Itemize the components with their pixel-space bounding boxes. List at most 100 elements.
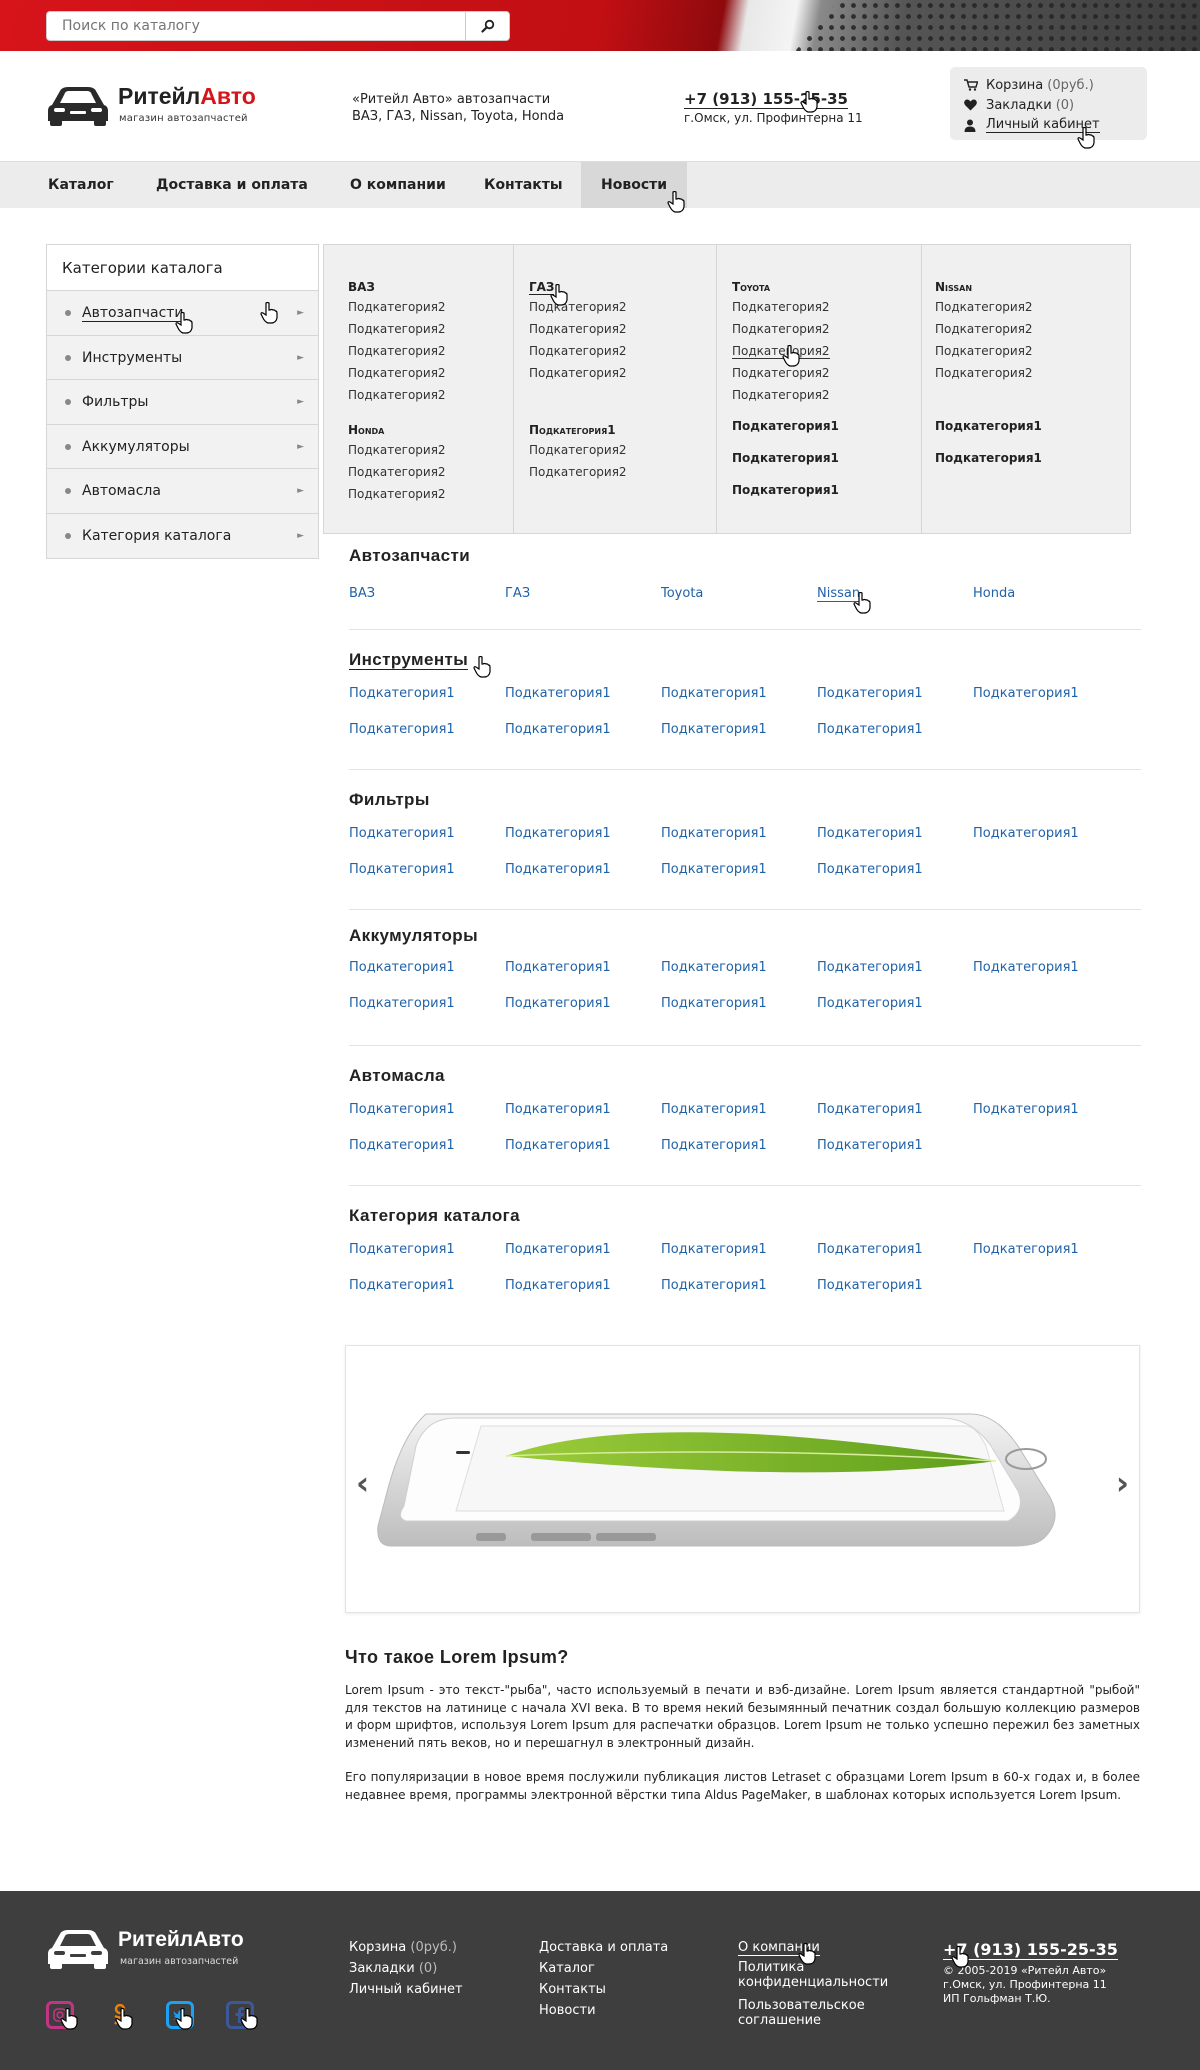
dropdown-link[interactable]: Подкатегория2 xyxy=(935,340,1129,362)
section-link[interactable]: Подкатегория1 xyxy=(661,1092,817,1128)
section-title[interactable]: Автомасла xyxy=(349,1066,1141,1086)
dropdown-link[interactable]: Подкатегория2 xyxy=(529,340,713,362)
logo[interactable]: РитейлАвто магазин автозапчастей xyxy=(46,81,276,131)
nav-delivery[interactable]: Доставка и оплата xyxy=(136,162,328,208)
footer-account-link[interactable]: Личный кабинет xyxy=(349,1979,463,2000)
section-link[interactable]: ВАЗ xyxy=(349,576,505,612)
section-title[interactable]: Аккумуляторы xyxy=(349,926,1141,946)
section-link[interactable]: Honda xyxy=(973,576,1129,612)
sidebar-item-oils[interactable]: Автомасла ► xyxy=(47,469,318,514)
dropdown-link[interactable]: Подкатегория2 xyxy=(348,461,518,483)
section-link[interactable]: Подкатегория1 xyxy=(505,676,661,712)
section-link[interactable]: Подкатегория1 xyxy=(817,950,973,986)
facebook-link[interactable] xyxy=(226,2001,254,2029)
footer-link-news[interactable]: Новости xyxy=(539,2000,668,2021)
footer-link-terms[interactable]: Пользовательское соглашение xyxy=(738,1998,898,2028)
dropdown-link[interactable]: Подкатегория2 xyxy=(732,362,921,384)
dropdown-link[interactable]: Подкатегория2 xyxy=(348,318,518,340)
footer-cart-link[interactable]: Корзина (0руб.) xyxy=(349,1937,463,1958)
section-link[interactable]: Подкатегория1 xyxy=(505,1232,661,1268)
section-title[interactable]: Фильтры xyxy=(349,790,1141,810)
dropdown-link[interactable]: Подкатегория2 xyxy=(348,296,518,318)
dropdown-link[interactable]: Подкатегория2 xyxy=(732,296,921,318)
dropdown-sub-link[interactable]: Подкатегория1 xyxy=(732,442,921,474)
section-link[interactable]: Подкатегория1 xyxy=(817,1128,973,1164)
section-link[interactable]: Подкатегория1 xyxy=(505,1268,661,1304)
section-link[interactable]: Подкатегория1 xyxy=(349,986,505,1022)
twitter-link[interactable] xyxy=(166,2001,194,2029)
section-link[interactable]: Подкатегория1 xyxy=(349,1268,505,1304)
dropdown-link[interactable]: Подкатегория2 xyxy=(529,296,713,318)
section-link[interactable]: Подкатегория1 xyxy=(505,1128,661,1164)
section-link[interactable]: Подкатегория1 xyxy=(817,712,973,748)
section-link[interactable]: Подкатегория1 xyxy=(349,1128,505,1164)
section-link[interactable]: Подкатегория1 xyxy=(973,1232,1129,1268)
section-link[interactable]: Подкатегория1 xyxy=(817,816,973,852)
section-link[interactable]: Подкатегория1 xyxy=(505,986,661,1022)
slider-next-button[interactable]: › xyxy=(1116,1464,1129,1502)
footer-phone-link[interactable]: +7 (913) 155-25-35 xyxy=(943,1941,1118,1960)
section-link[interactable]: Подкатегория1 xyxy=(661,950,817,986)
account-link[interactable]: Личный кабинет xyxy=(964,115,1133,135)
dropdown-sub-link[interactable]: Подкатегория1 xyxy=(935,442,1129,474)
section-link[interactable]: Подкатегория1 xyxy=(661,852,817,888)
section-link[interactable]: Подкатегория1 xyxy=(817,1268,973,1304)
dropdown-link[interactable]: Подкатегория2 xyxy=(529,318,713,340)
dropdown-sub-link[interactable]: Подкатегория1 xyxy=(732,474,921,506)
dropdown-group-title[interactable]: Toyota xyxy=(732,279,921,296)
footer-link-catalog[interactable]: Каталог xyxy=(539,1958,668,1979)
section-link[interactable]: Nissan xyxy=(817,576,973,612)
section-link[interactable]: Подкатегория1 xyxy=(661,986,817,1022)
dropdown-link[interactable]: Подкатегория2 xyxy=(935,362,1129,384)
section-link[interactable]: Подкатегория1 xyxy=(817,1232,973,1268)
sidebar-item-autoparts[interactable]: Автозапчасти ► xyxy=(47,291,318,336)
section-link[interactable]: Подкатегория1 xyxy=(505,1092,661,1128)
dropdown-link[interactable]: Подкатегория2 xyxy=(348,483,518,505)
nav-news[interactable]: Новости xyxy=(581,162,688,208)
section-link[interactable]: Подкатегория1 xyxy=(349,1092,505,1128)
instagram-link[interactable] xyxy=(46,2001,74,2029)
sidebar-item-batteries[interactable]: Аккумуляторы ► xyxy=(47,424,318,469)
section-link[interactable]: Подкатегория1 xyxy=(973,950,1129,986)
nav-about[interactable]: О компании xyxy=(330,162,466,208)
section-link[interactable]: Подкатегория1 xyxy=(505,712,661,748)
dropdown-link[interactable]: Подкатегория2 xyxy=(935,296,1129,318)
nav-contacts[interactable]: Контакты xyxy=(464,162,583,208)
section-link[interactable]: Подкатегория1 xyxy=(973,816,1129,852)
section-link[interactable]: Подкатегория1 xyxy=(505,816,661,852)
sidebar-item-filters[interactable]: Фильтры ► xyxy=(47,380,318,425)
section-title[interactable]: Автозапчасти xyxy=(349,546,1141,566)
dropdown-group-title[interactable]: Honda xyxy=(348,422,518,439)
section-link[interactable]: Подкатегория1 xyxy=(661,712,817,748)
footer-link-contacts[interactable]: Контакты xyxy=(539,1979,668,2000)
slider-prev-button[interactable]: ‹ xyxy=(356,1464,369,1502)
section-link[interactable]: Подкатегория1 xyxy=(505,950,661,986)
dropdown-sub-link[interactable]: Подкатегория1 xyxy=(935,410,1129,442)
dropdown-group-title[interactable]: ГАЗ xyxy=(529,279,713,296)
dropdown-link[interactable]: Подкатегория2 xyxy=(348,362,518,384)
section-link[interactable]: Подкатегория1 xyxy=(661,1268,817,1304)
footer-bookmarks-link[interactable]: Закладки (0) xyxy=(349,1958,463,1979)
sidebar-item-category[interactable]: Категория каталога ► xyxy=(47,513,318,558)
dropdown-link[interactable]: Подкатегория2 xyxy=(732,318,921,340)
section-link[interactable]: Подкатегория1 xyxy=(817,986,973,1022)
odnoklassniki-link[interactable] xyxy=(106,2001,134,2029)
dropdown-sub-link[interactable]: Подкатегория1 xyxy=(732,410,921,442)
section-link[interactable]: Подкатегория1 xyxy=(349,816,505,852)
section-link[interactable]: Подкатегория1 xyxy=(661,676,817,712)
section-link[interactable]: Подкатегория1 xyxy=(349,950,505,986)
dropdown-group-title[interactable]: Подкатегория1 xyxy=(529,422,713,439)
search-button[interactable] xyxy=(465,12,509,40)
nav-catalog[interactable]: Каталог xyxy=(28,162,134,208)
section-link[interactable]: Подкатегория1 xyxy=(973,676,1129,712)
section-link[interactable]: Подкатегория1 xyxy=(349,1232,505,1268)
cart-link[interactable]: Корзина (0руб.) xyxy=(964,75,1133,95)
section-link[interactable]: Подкатегория1 xyxy=(505,852,661,888)
dropdown-link[interactable]: Подкатегория2 xyxy=(529,461,713,483)
section-link[interactable]: Подкатегория1 xyxy=(973,1092,1129,1128)
header-phone-link[interactable]: +7 (913) 155-25-35 xyxy=(684,91,848,109)
dropdown-group-title[interactable]: Nissan xyxy=(935,279,1129,296)
dropdown-link[interactable]: Подкатегория2 xyxy=(732,384,921,406)
section-link[interactable]: Подкатегория1 xyxy=(817,676,973,712)
dropdown-group-title[interactable]: ВАЗ xyxy=(348,279,518,296)
